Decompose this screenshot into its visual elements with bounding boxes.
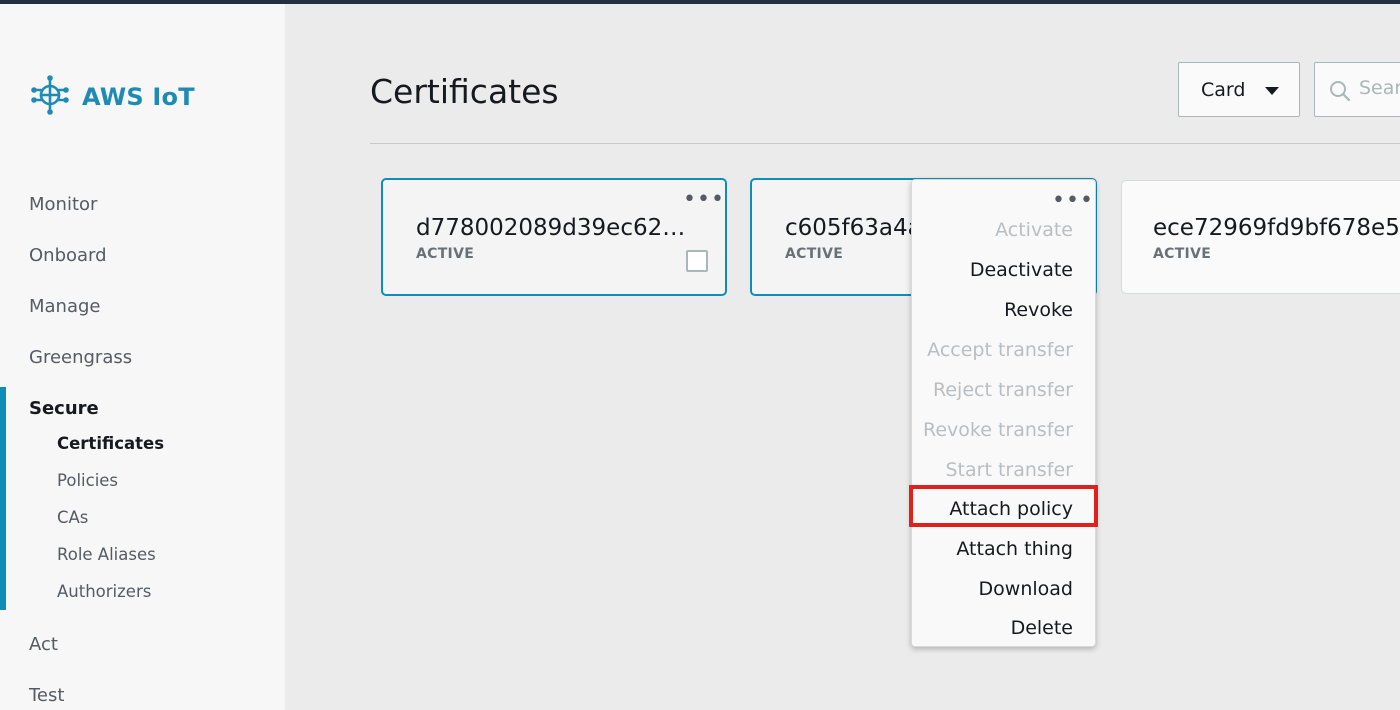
- logo[interactable]: AWS IoT: [28, 74, 195, 120]
- page-title: Certificates: [370, 72, 559, 111]
- actions-menu: ••• Activate Deactivate Revoke Accept tr…: [911, 179, 1096, 647]
- sidebar-item-test[interactable]: Test: [29, 685, 64, 706]
- brand-name: AWS IoT: [82, 83, 195, 111]
- view-mode-dropdown[interactable]: Card: [1178, 62, 1300, 117]
- search-icon: [1329, 80, 1351, 106]
- menu-item-revoke[interactable]: Revoke: [1004, 299, 1073, 321]
- active-section-indicator: [0, 387, 6, 610]
- caret-down-icon: [1265, 87, 1279, 95]
- sidebar-item-secure[interactable]: Secure: [29, 398, 99, 419]
- menu-item-accept-transfer: Accept transfer: [927, 339, 1073, 361]
- menu-item-attach-thing[interactable]: Attach thing: [956, 538, 1073, 560]
- search-box[interactable]: [1314, 62, 1400, 117]
- certificate-id[interactable]: ece72969fd9bf678e5: [1153, 215, 1400, 241]
- sidebar-subitem-role-aliases[interactable]: Role Aliases: [57, 545, 156, 564]
- menu-item-activate: Activate: [995, 219, 1073, 241]
- menu-item-reject-transfer: Reject transfer: [933, 379, 1073, 401]
- menu-item-revoke-transfer: Revoke transfer: [923, 419, 1073, 441]
- status-badge: ACTIVE: [1153, 246, 1212, 262]
- menu-item-delete[interactable]: Delete: [1011, 617, 1073, 639]
- more-options-icon[interactable]: •••: [1052, 190, 1094, 212]
- certificate-id[interactable]: c605f63a4a: [785, 215, 922, 241]
- menu-item-start-transfer: Start transfer: [945, 459, 1074, 481]
- iot-chip-icon: [28, 73, 72, 121]
- header-divider: [370, 143, 1400, 144]
- sidebar-item-greengrass[interactable]: Greengrass: [29, 347, 132, 368]
- sidebar-item-monitor[interactable]: Monitor: [29, 194, 97, 215]
- select-checkbox[interactable]: [686, 250, 708, 272]
- more-options-icon[interactable]: •••: [683, 189, 725, 211]
- menu-item-download[interactable]: Download: [979, 578, 1073, 600]
- sidebar-subitem-certificates[interactable]: Certificates: [57, 434, 164, 453]
- sidebar-subitem-authorizers[interactable]: Authorizers: [57, 582, 151, 601]
- status-badge: ACTIVE: [416, 246, 475, 262]
- status-badge: ACTIVE: [785, 246, 844, 262]
- certificate-card[interactable]: ece72969fd9bf678e5 ACTIVE: [1121, 180, 1400, 294]
- attach-policy-highlight: [909, 485, 1098, 527]
- view-mode-label: Card: [1201, 78, 1246, 101]
- sidebar: AWS IoT Monitor Onboard Manage Greengras…: [0, 4, 285, 710]
- sidebar-item-act[interactable]: Act: [29, 634, 58, 655]
- sidebar-item-manage[interactable]: Manage: [29, 296, 101, 317]
- search-input[interactable]: [1359, 77, 1400, 99]
- sidebar-subitem-cas[interactable]: CAs: [57, 508, 88, 527]
- certificate-id[interactable]: d778002089d39ec62…: [416, 215, 685, 241]
- certificate-card[interactable]: ••• d778002089d39ec62… ACTIVE: [381, 178, 727, 296]
- menu-item-deactivate[interactable]: Deactivate: [970, 259, 1073, 281]
- sidebar-subitem-policies[interactable]: Policies: [57, 471, 118, 490]
- sidebar-item-onboard[interactable]: Onboard: [29, 245, 107, 266]
